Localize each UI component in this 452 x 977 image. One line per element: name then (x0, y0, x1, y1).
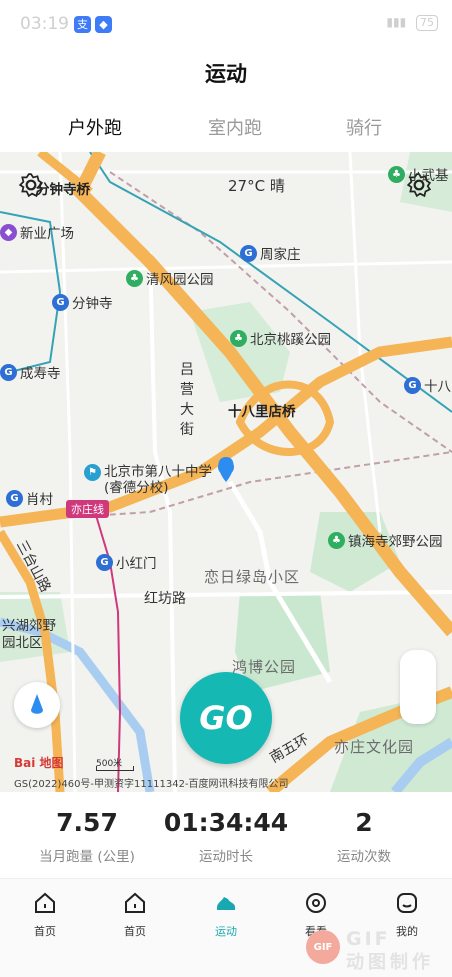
nav-home[interactable]: 首页 (15, 891, 75, 939)
watermark-line1: GIF (346, 928, 391, 950)
go-button[interactable]: GO (180, 672, 272, 764)
poi-yizhuang-park: 亦庄文化园 (334, 738, 415, 756)
stat-duration: 01:34:44 运动时长 (151, 808, 301, 865)
weather-label: 27°C 晴 (228, 177, 285, 195)
stat-label: 当月跑量 (公里) (39, 849, 135, 865)
metro-icon: G (404, 376, 421, 394)
poi-xiaocun[interactable]: G 肖村 (6, 488, 53, 508)
poi-wuji[interactable]: ♣ 小武基 (388, 164, 449, 184)
metro-icon: G (96, 553, 113, 571)
road-hongfang: 红坊路 (144, 591, 186, 607)
area-lianri: 恋日绿岛小区 (204, 568, 301, 586)
stat-count: 2 运动次数 (289, 808, 439, 865)
poi-label: 周家庄 (260, 247, 301, 263)
home-icon (35, 892, 55, 913)
park-icon: ♣ (388, 165, 405, 183)
poi-label: 清风园公园 (146, 272, 214, 288)
poi-shibali-bridge[interactable]: 十八里店桥 (228, 400, 296, 420)
park-icon: ♣ (328, 531, 345, 549)
baidu-map-logo: Bai 地图 (14, 756, 64, 770)
status-bar: 03:19 支 ◆ ▮▮▮ 75 (0, 0, 452, 50)
stat-label: 运动次数 (337, 849, 391, 865)
status-right: ▮▮▮ 75 (386, 15, 438, 31)
locate-button[interactable] (14, 682, 60, 728)
poi-label: 小红门 (116, 556, 157, 572)
face-icon (397, 893, 417, 913)
app-notification-icon: 支 (74, 16, 91, 33)
metro-line-badge: 亦庄线 (66, 500, 109, 518)
poi-fenzhong-bridge[interactable]: 分钟寺桥 (36, 178, 90, 198)
watermark-line2: 动图制作 (346, 952, 434, 973)
poi-shiba[interactable]: G 十八 (404, 375, 451, 395)
map-layer-toggle[interactable] (400, 650, 436, 724)
app-notification-icon: ◆ (95, 16, 112, 33)
poi-label: 北京桃蹊公园 (250, 332, 331, 348)
poi-label: 成寿寺 (20, 366, 61, 382)
nav-label: 首页 (34, 925, 56, 938)
poi-fenzhongsi[interactable]: G 分钟寺 (52, 292, 113, 312)
poi-label: 北京市第八十中学(睿德分校) (104, 464, 212, 496)
poi-label: 分钟寺桥 (36, 182, 90, 198)
stat-value: 7.57 (56, 808, 118, 837)
metro-icon: G (0, 363, 17, 381)
eye-icon (306, 893, 326, 913)
sport-type-tabs: 户外跑 室内跑 骑行 (0, 114, 452, 144)
poi-label: 十八 (424, 379, 451, 395)
nav-label: 运动 (215, 925, 237, 938)
map-copyright: GS(2022)460号-甲测资字11111342-百度网讯科技有限公司 (14, 779, 289, 790)
poi-label: 兴湖郊野园北区 (2, 618, 56, 651)
status-time: 03:19 (20, 14, 69, 34)
page-title: 运动 (205, 62, 247, 86)
metro-icon: G (240, 244, 257, 262)
stat-value: 2 (355, 808, 373, 837)
stats-panel: 7.57 当月跑量 (公里) 01:34:44 运动时长 2 运动次数 (0, 800, 452, 878)
location-arrow-icon (31, 694, 43, 714)
poi-label: 镇海寺郊野公园 (348, 534, 443, 550)
gif-watermark: GIF GIF 动图制作 (300, 924, 448, 973)
mall-icon: ◆ (0, 223, 17, 241)
road-lvying: 吕营大街 (180, 362, 194, 438)
battery-icon: 75 (416, 15, 438, 31)
poi-school[interactable]: ⚑ 北京市第八十中学(睿德分校) (84, 464, 229, 496)
poi-xinye[interactable]: ◆ 新业广场 (0, 222, 74, 242)
poi-label: 新业广场 (20, 226, 74, 242)
signal-icon: ▮▮▮ (386, 15, 407, 29)
poi-xinghu-park[interactable]: 兴湖郊野园北区 (2, 618, 64, 652)
park-icon: ♣ (230, 329, 247, 347)
map-view[interactable]: 27°C 晴 分钟寺桥 ◆ 新业广场 G 分钟寺 G 成寿寺 ♣ 清风园公园 G 周家庄 … (0, 152, 452, 792)
map-scale-bar (96, 766, 134, 771)
tab-outdoor-run[interactable]: 户外跑 (68, 114, 122, 140)
school-icon: ⚑ (84, 464, 101, 481)
poi-label: 小武基 (408, 168, 449, 184)
nav-label: 首页 (124, 925, 146, 938)
tab-indoor-run[interactable]: 室内跑 (208, 114, 262, 140)
nav-home-2[interactable]: 首页 (105, 891, 165, 939)
poi-zhoujiazhuang[interactable]: G 周家庄 (240, 243, 301, 263)
stat-value: 01:34:44 (163, 808, 289, 837)
poi-label: 十八里店桥 (228, 404, 296, 420)
poi-zhenhaisi-park[interactable]: ♣ 镇海寺郊野公园 (328, 530, 443, 550)
poi-qingfeng-park[interactable]: ♣ 清风园公园 (126, 268, 214, 288)
tab-cycling[interactable]: 骑行 (346, 114, 382, 140)
poi-taoxi-park[interactable]: ♣ 北京桃蹊公园 (230, 328, 331, 348)
poi-chengshousi[interactable]: G 成寿寺 (0, 362, 61, 382)
home-icon (125, 892, 145, 913)
stat-monthly-distance: 7.57 当月跑量 (公里) (12, 808, 162, 865)
nav-sport[interactable]: 运动 (196, 891, 256, 939)
shoe-icon (217, 897, 235, 910)
poi-label: 分钟寺 (72, 296, 113, 312)
poi-label: 肖村 (26, 492, 53, 508)
stat-label: 运动时长 (199, 849, 253, 865)
poi-xiaohongmen[interactable]: G 小红门 (96, 552, 157, 572)
park-icon: ♣ (126, 269, 143, 287)
metro-icon: G (6, 489, 23, 507)
gif-badge-icon: GIF (306, 930, 340, 964)
metro-icon: G (52, 293, 69, 311)
